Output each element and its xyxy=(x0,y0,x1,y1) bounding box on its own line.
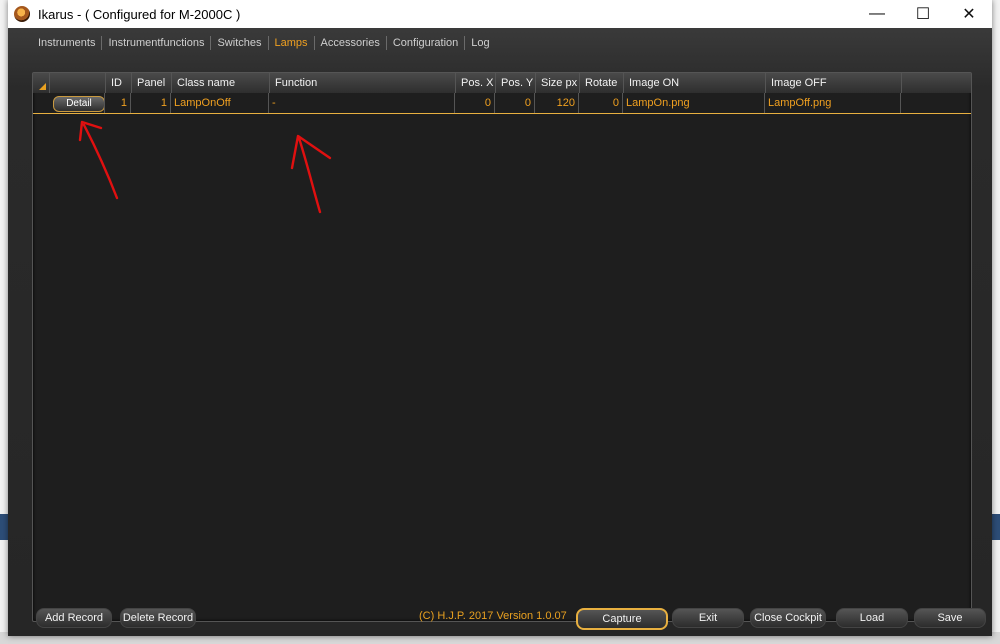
exit-button[interactable]: Exit xyxy=(672,608,744,628)
close-cockpit-button[interactable]: Close Cockpit xyxy=(750,608,826,628)
maximize-button[interactable]: ☐ xyxy=(900,0,946,28)
tab-switches[interactable]: Switches xyxy=(211,36,269,50)
background-taskbar-right xyxy=(992,514,1000,540)
column-header-detail[interactable] xyxy=(50,73,106,93)
footer-bar: Add Record Delete Record (C) H.J.P. 2017… xyxy=(8,606,992,630)
minimize-button[interactable]: — xyxy=(854,0,900,28)
cell-id[interactable]: 1 xyxy=(105,93,131,113)
table-row[interactable]: Detail 1 1 LampOnOff - 0 0 120 0 LampOn.… xyxy=(33,93,971,114)
column-header-image-on[interactable]: Image ON xyxy=(624,73,766,93)
column-header-class-name[interactable]: Class name xyxy=(172,73,270,93)
detail-cell: Detail xyxy=(49,93,105,113)
grid-header: ID Panel Class name Function Pos. X Pos.… xyxy=(33,73,971,93)
tab-instruments[interactable]: Instruments xyxy=(32,36,103,50)
tab-lamps[interactable]: Lamps xyxy=(269,36,315,50)
add-record-button[interactable]: Add Record xyxy=(36,608,112,628)
tab-bar: Instruments Instrumentfunctions Switches… xyxy=(32,33,496,53)
app-logo-icon xyxy=(14,6,30,22)
column-header-image-off[interactable]: Image OFF xyxy=(766,73,902,93)
cell-image-off[interactable]: LampOff.png xyxy=(765,93,901,113)
tab-configuration[interactable]: Configuration xyxy=(387,36,466,50)
tab-accessories[interactable]: Accessories xyxy=(315,36,387,50)
cell-panel[interactable]: 1 xyxy=(131,93,171,113)
copyright-version-text: (C) H.J.P. 2017 Version 1.0.07 xyxy=(419,610,567,622)
client-area: Instruments Instrumentfunctions Switches… xyxy=(8,28,992,636)
cell-size-px[interactable]: 120 xyxy=(535,93,579,113)
column-header-pos-y[interactable]: Pos. Y xyxy=(496,73,536,93)
column-header-id[interactable]: ID xyxy=(106,73,132,93)
column-header-function[interactable]: Function xyxy=(270,73,456,93)
load-button[interactable]: Load xyxy=(836,608,908,628)
grid-corner-icon[interactable] xyxy=(33,73,50,93)
cell-rotate[interactable]: 0 xyxy=(579,93,623,113)
background-desktop-left xyxy=(0,0,8,644)
column-header-rotate[interactable]: Rotate xyxy=(580,73,624,93)
save-button[interactable]: Save xyxy=(914,608,986,628)
close-button[interactable]: ✕ xyxy=(946,0,992,28)
background-desktop-right xyxy=(992,0,1000,644)
window-title: Ikarus - ( Configured for M-2000C ) xyxy=(38,6,241,22)
column-header-size-px[interactable]: Size px xyxy=(536,73,580,93)
capture-button[interactable]: Capture xyxy=(576,608,668,630)
cell-pos-y[interactable]: 0 xyxy=(495,93,535,113)
detail-button[interactable]: Detail xyxy=(53,96,104,112)
row-selector[interactable] xyxy=(33,93,49,113)
lamps-grid: ID Panel Class name Function Pos. X Pos.… xyxy=(32,72,972,622)
window-controls: — ☐ ✕ xyxy=(854,0,992,28)
tab-instrumentfunctions[interactable]: Instrumentfunctions xyxy=(102,36,212,50)
title-bar[interactable]: Ikarus - ( Configured for M-2000C ) — ☐ … xyxy=(8,0,992,28)
tab-log[interactable]: Log xyxy=(465,36,495,50)
column-header-pos-x[interactable]: Pos. X xyxy=(456,73,496,93)
delete-record-button[interactable]: Delete Record xyxy=(120,608,196,628)
cell-function[interactable]: - xyxy=(269,93,455,113)
cell-class-name[interactable]: LampOnOff xyxy=(171,93,269,113)
column-header-panel[interactable]: Panel xyxy=(132,73,172,93)
app-window: Ikarus - ( Configured for M-2000C ) — ☐ … xyxy=(8,0,992,636)
cell-image-on[interactable]: LampOn.png xyxy=(623,93,765,113)
background-taskbar-left xyxy=(0,514,8,540)
cell-pos-x[interactable]: 0 xyxy=(455,93,495,113)
